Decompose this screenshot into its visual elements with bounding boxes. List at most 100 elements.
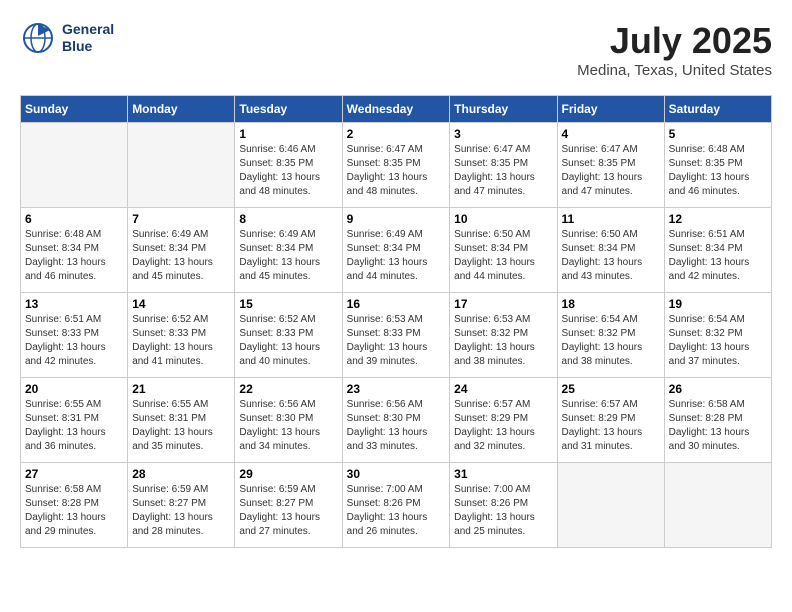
day-number: 21 <box>132 382 230 396</box>
day-info: Sunrise: 6:48 AM Sunset: 8:34 PM Dayligh… <box>25 228 123 284</box>
calendar-day-cell: 25 Sunrise: 6:57 AM Sunset: 8:29 PM Dayli… <box>557 378 664 463</box>
day-number: 28 <box>132 467 230 481</box>
day-info: Sunrise: 6:49 AM Sunset: 8:34 PM Dayligh… <box>239 228 337 284</box>
day-info: Sunrise: 6:54 AM Sunset: 8:32 PM Dayligh… <box>669 313 767 369</box>
calendar-week-row: 27 Sunrise: 6:58 AM Sunset: 8:28 PM Dayli… <box>21 463 772 548</box>
logo-line2: Blue <box>62 38 114 55</box>
day-info: Sunrise: 6:51 AM Sunset: 8:34 PM Dayligh… <box>669 228 767 284</box>
logo-line1: General <box>62 21 114 38</box>
day-number: 14 <box>132 297 230 311</box>
day-info: Sunrise: 6:52 AM Sunset: 8:33 PM Dayligh… <box>132 313 230 369</box>
calendar-day-cell: 15Sunrise: 6:52 AM Sunset: 8:33 PM Dayli… <box>235 293 342 378</box>
page-header: General Blue July 2025 Medina, Texas, Un… <box>20 20 772 79</box>
calendar-week-row: 20Sunrise: 6:55 AM Sunset: 8:31 PM Dayli… <box>21 378 772 463</box>
day-info: Sunrise: 6:46 AM Sunset: 8:35 PM Dayligh… <box>239 143 337 199</box>
calendar-week-row: 1 Sunrise: 6:46 AM Sunset: 8:35 PM Daylig… <box>21 123 772 208</box>
day-info: Sunrise: 6:50 AM Sunset: 8:34 PM Dayligh… <box>454 228 552 284</box>
calendar-day-cell: 28Sunrise: 6:59 AM Sunset: 8:27 PM Dayli… <box>128 463 235 548</box>
day-info: Sunrise: 6:55 AM Sunset: 8:31 PM Dayligh… <box>132 398 230 454</box>
calendar-day-cell: 30 Sunrise: 7:00 AM Sunset: 8:26 PM Dayli… <box>342 463 450 548</box>
day-number: 25 <box>562 382 660 396</box>
day-info: Sunrise: 6:58 AM Sunset: 8:28 PM Dayligh… <box>25 483 123 539</box>
day-info: Sunrise: 6:57 AM Sunset: 8:29 PM Dayligh… <box>562 398 660 454</box>
day-of-week-header: Sunday <box>21 96 128 123</box>
day-info: Sunrise: 6:56 AM Sunset: 8:30 PM Dayligh… <box>347 398 446 454</box>
day-number: 9 <box>347 212 446 226</box>
day-number: 18 <box>562 297 660 311</box>
calendar-day-cell: 18 Sunrise: 6:54 AM Sunset: 8:32 PM Dayli… <box>557 293 664 378</box>
calendar-day-cell: 31Sunrise: 7:00 AM Sunset: 8:26 PM Dayli… <box>450 463 557 548</box>
day-number: 19 <box>669 297 767 311</box>
day-number: 26 <box>669 382 767 396</box>
day-info: Sunrise: 6:54 AM Sunset: 8:32 PM Dayligh… <box>562 313 660 369</box>
calendar-week-row: 13Sunrise: 6:51 AM Sunset: 8:33 PM Dayli… <box>21 293 772 378</box>
calendar-day-cell <box>21 123 128 208</box>
calendar-body: 1 Sunrise: 6:46 AM Sunset: 8:35 PM Daylig… <box>21 123 772 548</box>
day-number: 29 <box>239 467 337 481</box>
calendar-day-cell <box>664 463 771 548</box>
calendar-day-cell: 24Sunrise: 6:57 AM Sunset: 8:29 PM Dayli… <box>450 378 557 463</box>
calendar-day-cell: 9Sunrise: 6:49 AM Sunset: 8:34 PM Daylig… <box>342 208 450 293</box>
calendar-day-cell: 17 Sunrise: 6:53 AM Sunset: 8:32 PM Dayli… <box>450 293 557 378</box>
day-number: 27 <box>25 467 123 481</box>
title-block: July 2025 Medina, Texas, United States <box>577 20 772 79</box>
calendar-day-cell: 19 Sunrise: 6:54 AM Sunset: 8:32 PM Dayli… <box>664 293 771 378</box>
calendar-day-cell: 29 Sunrise: 6:59 AM Sunset: 8:27 PM Dayli… <box>235 463 342 548</box>
day-of-week-header: Friday <box>557 96 664 123</box>
calendar-day-cell: 26 Sunrise: 6:58 AM Sunset: 8:28 PM Dayli… <box>664 378 771 463</box>
day-number: 23 <box>347 382 446 396</box>
days-of-week-row: SundayMondayTuesdayWednesdayThursdayFrid… <box>21 96 772 123</box>
calendar-day-cell: 20Sunrise: 6:55 AM Sunset: 8:31 PM Dayli… <box>21 378 128 463</box>
day-info: Sunrise: 6:48 AM Sunset: 8:35 PM Dayligh… <box>669 143 767 199</box>
calendar-day-cell: 4Sunrise: 6:47 AM Sunset: 8:35 PM Daylig… <box>557 123 664 208</box>
calendar-day-cell: 14 Sunrise: 6:52 AM Sunset: 8:33 PM Dayli… <box>128 293 235 378</box>
day-number: 24 <box>454 382 552 396</box>
day-info: Sunrise: 6:56 AM Sunset: 8:30 PM Dayligh… <box>239 398 337 454</box>
day-number: 17 <box>454 297 552 311</box>
calendar-day-cell: 16 Sunrise: 6:53 AM Sunset: 8:33 PM Dayli… <box>342 293 450 378</box>
calendar-week-row: 6 Sunrise: 6:48 AM Sunset: 8:34 PM Daylig… <box>21 208 772 293</box>
calendar-day-cell: 11Sunrise: 6:50 AM Sunset: 8:34 PM Dayli… <box>557 208 664 293</box>
day-info: Sunrise: 7:00 AM Sunset: 8:26 PM Dayligh… <box>347 483 446 539</box>
day-number: 16 <box>347 297 446 311</box>
day-info: Sunrise: 6:55 AM Sunset: 8:31 PM Dayligh… <box>25 398 123 454</box>
day-info: Sunrise: 6:59 AM Sunset: 8:27 PM Dayligh… <box>239 483 337 539</box>
calendar-day-cell: 27 Sunrise: 6:58 AM Sunset: 8:28 PM Dayli… <box>21 463 128 548</box>
month-year: July 2025 <box>577 20 772 62</box>
day-info: Sunrise: 6:51 AM Sunset: 8:33 PM Dayligh… <box>25 313 123 369</box>
day-number: 30 <box>347 467 446 481</box>
calendar-day-cell: 12 Sunrise: 6:51 AM Sunset: 8:34 PM Dayli… <box>664 208 771 293</box>
calendar-table: SundayMondayTuesdayWednesdayThursdayFrid… <box>20 95 772 548</box>
day-number: 3 <box>454 127 552 141</box>
day-info: Sunrise: 6:47 AM Sunset: 8:35 PM Dayligh… <box>454 143 552 199</box>
day-of-week-header: Thursday <box>450 96 557 123</box>
calendar-day-cell: 7Sunrise: 6:49 AM Sunset: 8:34 PM Daylig… <box>128 208 235 293</box>
location: Medina, Texas, United States <box>577 62 772 79</box>
day-info: Sunrise: 6:53 AM Sunset: 8:33 PM Dayligh… <box>347 313 446 369</box>
calendar-day-cell: 2 Sunrise: 6:47 AM Sunset: 8:35 PM Daylig… <box>342 123 450 208</box>
calendar-day-cell: 1 Sunrise: 6:46 AM Sunset: 8:35 PM Daylig… <box>235 123 342 208</box>
day-number: 12 <box>669 212 767 226</box>
logo: General Blue <box>20 20 114 56</box>
day-number: 22 <box>239 382 337 396</box>
logo-text: General Blue <box>62 21 114 55</box>
calendar-day-cell: 5Sunrise: 6:48 AM Sunset: 8:35 PM Daylig… <box>664 123 771 208</box>
day-number: 10 <box>454 212 552 226</box>
logo-icon <box>20 20 56 56</box>
day-number: 8 <box>239 212 337 226</box>
calendar-day-cell: 3 Sunrise: 6:47 AM Sunset: 8:35 PM Daylig… <box>450 123 557 208</box>
day-number: 1 <box>239 127 337 141</box>
calendar-day-cell <box>557 463 664 548</box>
day-number: 6 <box>25 212 123 226</box>
day-info: Sunrise: 6:58 AM Sunset: 8:28 PM Dayligh… <box>669 398 767 454</box>
day-info: Sunrise: 6:49 AM Sunset: 8:34 PM Dayligh… <box>132 228 230 284</box>
day-of-week-header: Tuesday <box>235 96 342 123</box>
calendar-header: SundayMondayTuesdayWednesdayThursdayFrid… <box>21 96 772 123</box>
day-info: Sunrise: 6:53 AM Sunset: 8:32 PM Dayligh… <box>454 313 552 369</box>
day-info: Sunrise: 6:47 AM Sunset: 8:35 PM Dayligh… <box>562 143 660 199</box>
day-of-week-header: Wednesday <box>342 96 450 123</box>
day-info: Sunrise: 6:47 AM Sunset: 8:35 PM Dayligh… <box>347 143 446 199</box>
day-info: Sunrise: 7:00 AM Sunset: 8:26 PM Dayligh… <box>454 483 552 539</box>
day-number: 2 <box>347 127 446 141</box>
day-info: Sunrise: 6:52 AM Sunset: 8:33 PM Dayligh… <box>239 313 337 369</box>
